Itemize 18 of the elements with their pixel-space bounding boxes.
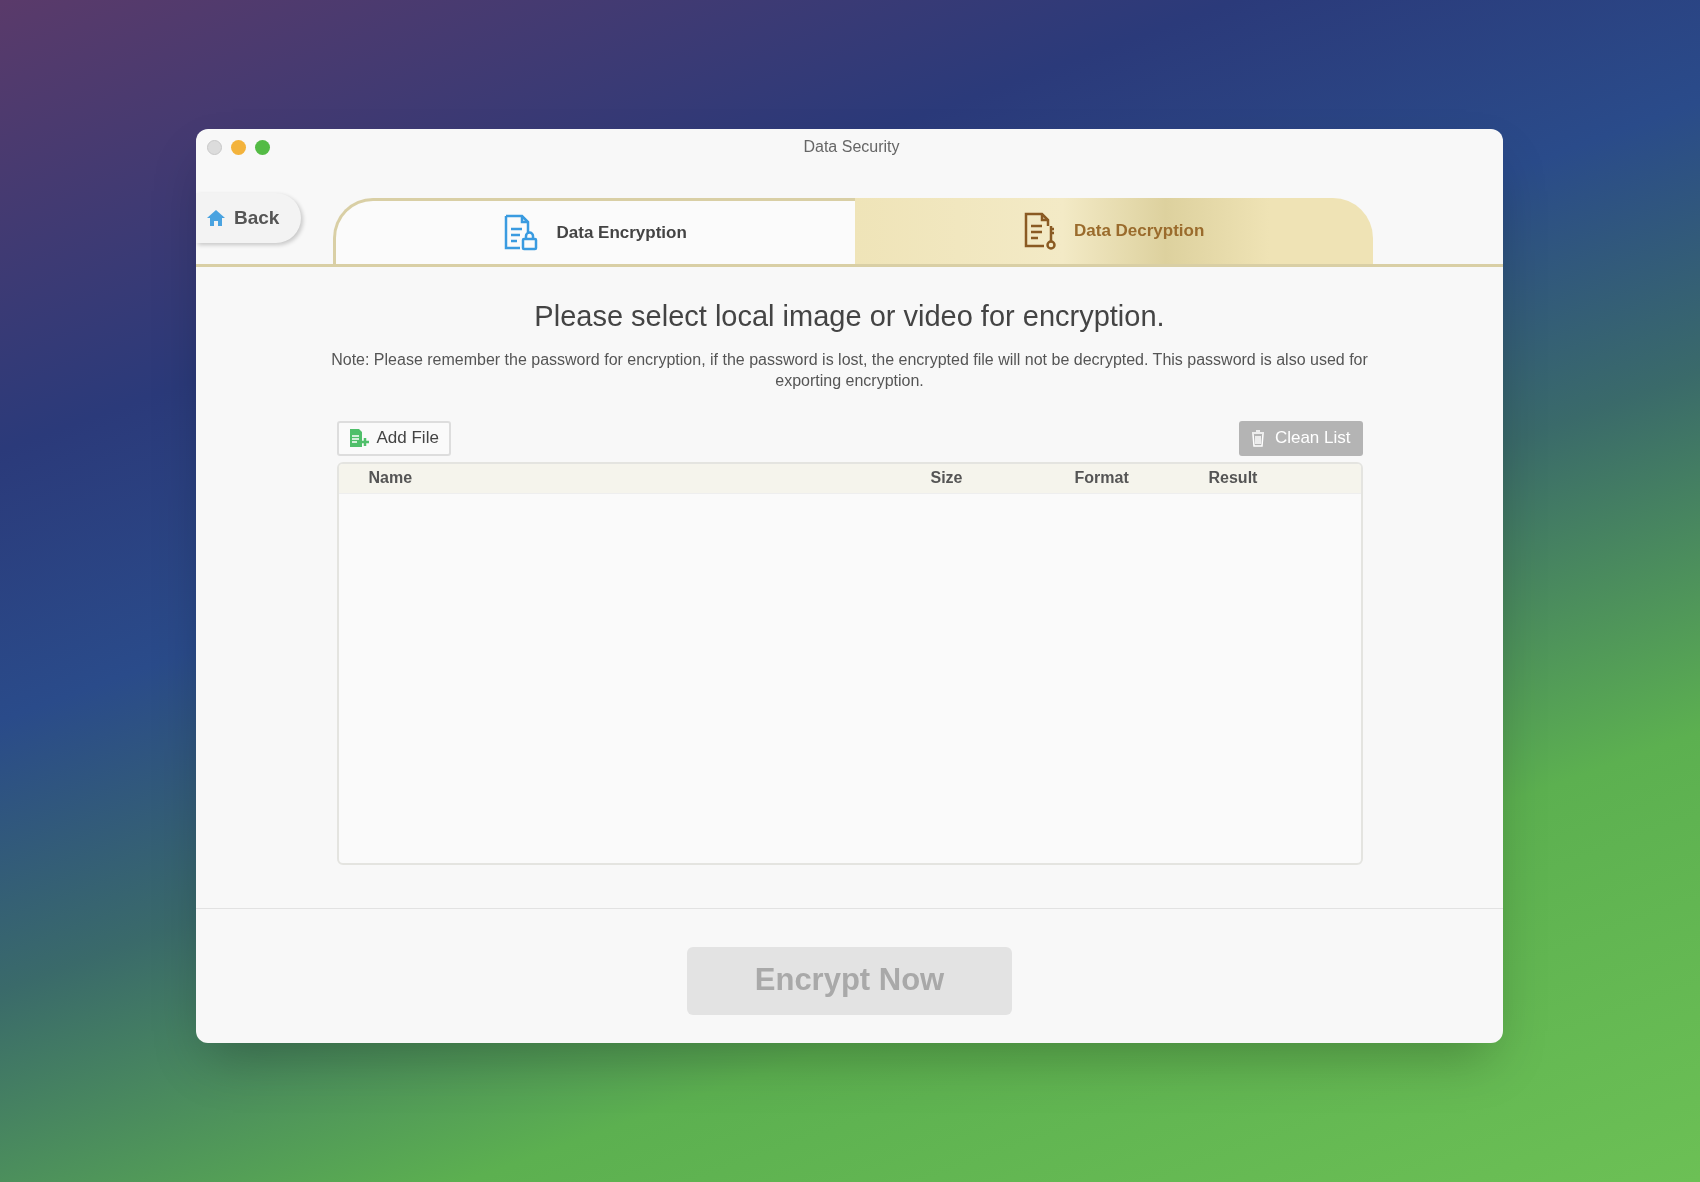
note-text: Note: Please remember the password for encryption, if the password is lost, the encrypted file will not be decrypted. This password is also used for exporting encryption. <box>330 349 1369 391</box>
column-header: Name <box>367 468 414 488</box>
add-document-icon <box>348 428 371 448</box>
tab[interactable]: Data Encryption <box>333 198 855 264</box>
heading: Please select local image or video for encryption. <box>534 299 1165 334</box>
document-key-icon <box>1024 212 1058 250</box>
column-header: Format <box>1074 468 1130 488</box>
tab[interactable]: Data Decryption <box>854 198 1374 264</box>
home-icon <box>206 209 226 227</box>
minimize-button[interactable] <box>231 139 246 155</box>
close-button[interactable] <box>207 139 222 155</box>
window-title: Data Security <box>803 137 900 157</box>
zoom-button[interactable] <box>255 139 270 155</box>
column-header: Result <box>1208 468 1259 488</box>
back-button[interactable]: Back <box>196 193 302 243</box>
column-header: Size <box>930 468 964 488</box>
add-file-button[interactable]: Add File <box>336 420 451 456</box>
trash-icon <box>1250 429 1265 447</box>
